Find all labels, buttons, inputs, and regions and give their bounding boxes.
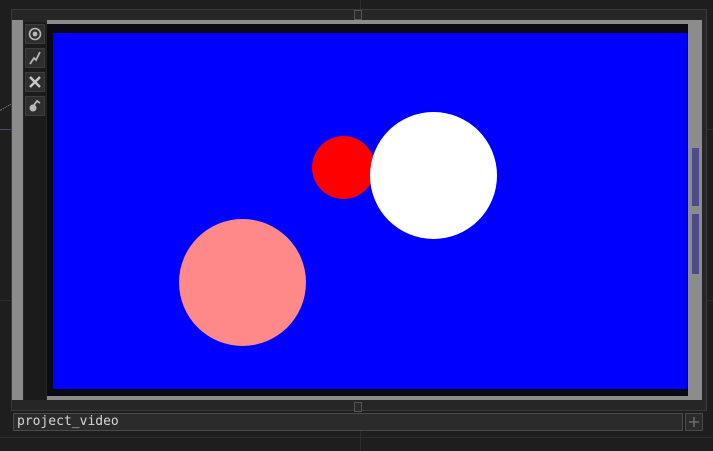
bypass-icon (29, 51, 41, 65)
viewer-toggle-icon (28, 27, 42, 41)
viewer-toggle-button[interactable] (25, 24, 45, 44)
viewer-scrollbar-lower[interactable] (692, 214, 699, 274)
close-button[interactable] (25, 72, 45, 92)
white-circle (370, 112, 497, 239)
pink-circle (179, 219, 306, 346)
node-right-border (688, 20, 702, 400)
output-connector[interactable] (354, 402, 362, 412)
close-icon (29, 76, 41, 88)
bypass-button[interactable] (25, 48, 45, 68)
node-flag-button[interactable] (685, 413, 703, 431)
input-connector[interactable] (354, 10, 362, 20)
viewer-scrollbar-upper[interactable] (692, 148, 699, 206)
video-viewer[interactable] (53, 33, 687, 389)
node-left-border (12, 20, 23, 400)
red-circle (312, 136, 375, 199)
network-editor: project_video (0, 0, 713, 451)
node-name-field[interactable]: project_video (13, 413, 683, 431)
node-bottom-border (47, 396, 697, 400)
node-toolbar (24, 22, 46, 400)
plus-icon (689, 417, 699, 427)
lock-button[interactable] (25, 96, 45, 116)
lock-icon (29, 99, 41, 112)
grid-line (0, 437, 713, 438)
